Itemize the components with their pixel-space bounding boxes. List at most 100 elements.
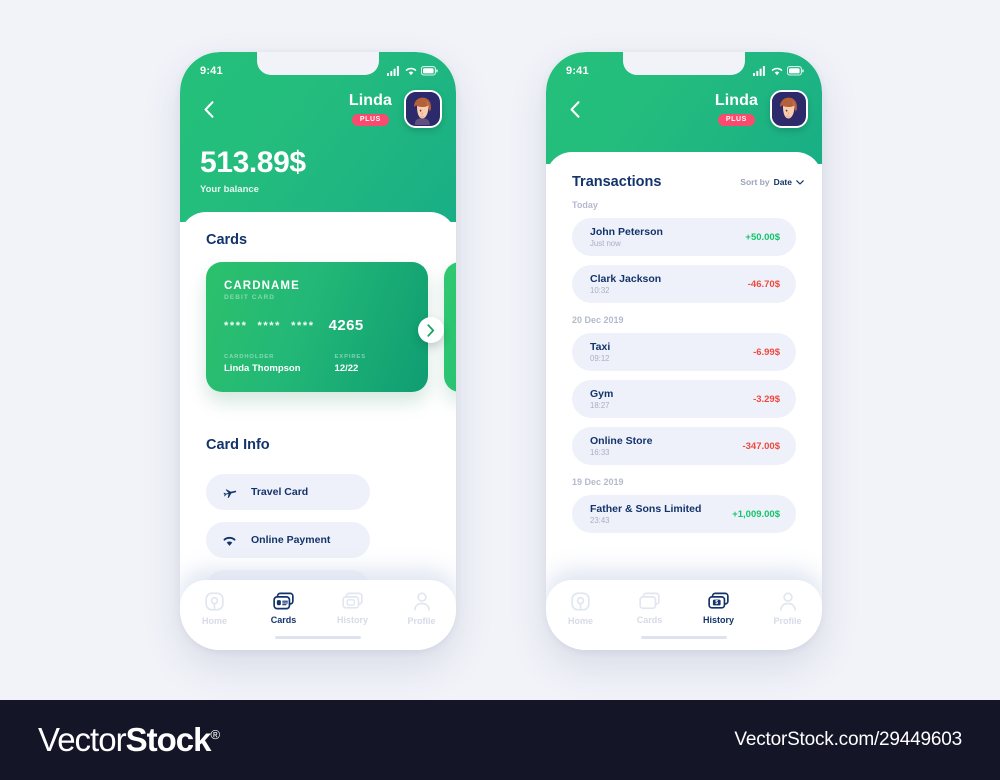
tab-profile[interactable]: Profile <box>753 592 822 626</box>
cardholder-block: CARDHOLDER Linda Thompson <box>224 354 301 374</box>
bank-card-type: DEBIT CARD <box>224 294 276 301</box>
back-button[interactable] <box>198 96 220 122</box>
home-indicator[interactable] <box>275 635 361 639</box>
sort-by-control[interactable]: Sort by Date <box>740 177 804 187</box>
transaction-name: Father & Sons Limited <box>590 502 702 515</box>
status-icons <box>387 66 438 76</box>
transaction-time: 10:32 <box>590 286 610 296</box>
transaction-amount: -46.70$ <box>747 278 780 290</box>
transaction-name: John Peterson <box>590 225 663 238</box>
phone-mockup-history: 9:41 Linda PLUS Transactions Sort by Dat… <box>546 52 822 650</box>
transaction-name: Gym <box>590 387 614 400</box>
transaction-amount: +1,009.00$ <box>732 508 780 520</box>
expires-label: EXPIRES <box>334 354 366 360</box>
watermark-url: VectorStock.com/29449603 <box>734 729 962 750</box>
sort-by-value: Date <box>773 177 792 187</box>
avatar-face-icon <box>406 92 439 125</box>
plus-badge: PLUS <box>717 113 755 126</box>
battery-icon <box>421 66 438 76</box>
avatar[interactable] <box>770 90 808 128</box>
transaction-row[interactable]: Father & Sons Limited 23:43 +1,009.00$ <box>572 495 796 533</box>
tab-label: Home <box>567 616 593 626</box>
transaction-row[interactable]: Taxi 09:12 -6.99$ <box>572 333 796 371</box>
tab-label: Profile <box>407 616 436 626</box>
tab-home[interactable]: Home <box>180 592 249 626</box>
wifi-icon <box>223 536 236 546</box>
logo-part-1: Vector <box>38 721 127 758</box>
cardholder-value: Linda Thompson <box>224 363 301 374</box>
chevron-right-icon <box>427 323 435 337</box>
transaction-group-label: Today <box>572 200 598 210</box>
balance-label: Your balance <box>200 184 259 195</box>
transactions-sheet: Transactions Sort by Date Today John Pete… <box>546 152 822 650</box>
tab-label: Profile <box>773 616 802 626</box>
tab-cards[interactable]: Cards <box>249 592 318 625</box>
user-identity: Linda PLUS <box>715 92 758 126</box>
tab-label: History <box>336 615 368 625</box>
status-icons <box>753 66 804 76</box>
history-icon <box>342 592 363 609</box>
info-row-online-payment[interactable]: Online Payment <box>206 522 370 558</box>
tab-history[interactable]: $ History <box>684 592 753 625</box>
chevron-left-icon <box>570 100 580 118</box>
cards-carousel[interactable]: CARDNAME DEBIT CARD **** **** **** 4265 … <box>180 262 456 396</box>
card-info-title: Card Info <box>206 437 270 453</box>
tab-home[interactable]: Home <box>546 592 615 626</box>
transaction-row[interactable]: John Peterson Just now +50.00$ <box>572 218 796 256</box>
battery-icon <box>787 66 804 76</box>
plus-badge: PLUS <box>351 113 389 126</box>
transaction-row[interactable]: Gym 18:27 -3.29$ <box>572 380 796 418</box>
tab-label: Cards <box>270 615 297 625</box>
watermark-footer: VectorStock® VectorStock.com/29449603 <box>0 700 1000 780</box>
avatar-face-icon <box>772 92 805 125</box>
info-row-travel-card[interactable]: Travel Card <box>206 474 370 510</box>
tab-label: Cards <box>636 615 663 625</box>
bank-card-name: CARDNAME <box>224 280 300 292</box>
masked-group-1: **** <box>224 319 248 332</box>
home-icon <box>571 592 590 611</box>
balance-amount: 513.89$ <box>200 146 306 179</box>
status-time: 9:41 <box>200 65 223 77</box>
bank-card-footer: CARDHOLDER Linda Thompson EXPIRES 12/22 <box>224 354 410 374</box>
tab-cards[interactable]: Cards <box>615 592 684 625</box>
cards-icon <box>639 592 660 610</box>
next-card-button[interactable] <box>418 317 444 343</box>
transaction-row[interactable]: Clark Jackson 10:32 -46.70$ <box>572 265 796 303</box>
sort-by-prefix: Sort by <box>740 177 770 187</box>
transaction-time: 18:27 <box>590 401 610 411</box>
home-indicator[interactable] <box>641 635 727 639</box>
bank-card-number: **** **** **** 4265 <box>224 317 410 334</box>
tab-label: Home <box>201 616 227 626</box>
cardholder-label: CARDHOLDER <box>224 354 275 360</box>
transaction-amount: -6.99$ <box>753 346 780 358</box>
transaction-amount: -347.00$ <box>742 440 780 452</box>
header-nav-row: Linda PLUS <box>546 84 822 134</box>
avatar[interactable] <box>404 90 442 128</box>
info-row-label: Online Payment <box>251 534 331 546</box>
transaction-time: 23:43 <box>590 516 610 526</box>
home-icon <box>205 592 224 611</box>
transaction-name: Online Store <box>590 434 653 447</box>
expires-value: 12/22 <box>334 363 359 374</box>
transaction-info: Taxi 09:12 <box>590 341 610 364</box>
transactions-header: Transactions Sort by Date <box>572 174 804 190</box>
profile-icon <box>779 592 796 611</box>
user-identity: Linda PLUS <box>349 92 392 126</box>
bank-card-next-peek[interactable] <box>444 262 456 392</box>
bank-card[interactable]: CARDNAME DEBIT CARD **** **** **** 4265 … <box>206 262 428 392</box>
info-row-label: Travel Card <box>251 486 309 498</box>
transaction-info: Gym 18:27 <box>590 388 613 411</box>
notch <box>623 52 745 75</box>
transaction-time: Just now <box>590 239 621 249</box>
profile-icon <box>413 592 430 611</box>
transaction-group-label: 20 Dec 2019 <box>572 315 624 325</box>
transaction-row[interactable]: Online Store 16:33 -347.00$ <box>572 427 796 465</box>
masked-group-2: **** <box>257 319 282 332</box>
cellular-signal-icon <box>753 66 765 76</box>
user-name: Linda <box>348 92 392 110</box>
back-button[interactable] <box>564 96 586 122</box>
tab-label: History <box>702 615 734 625</box>
expires-block: EXPIRES 12/22 <box>335 354 366 374</box>
tab-profile[interactable]: Profile <box>387 592 456 626</box>
tab-history[interactable]: History <box>318 592 387 625</box>
